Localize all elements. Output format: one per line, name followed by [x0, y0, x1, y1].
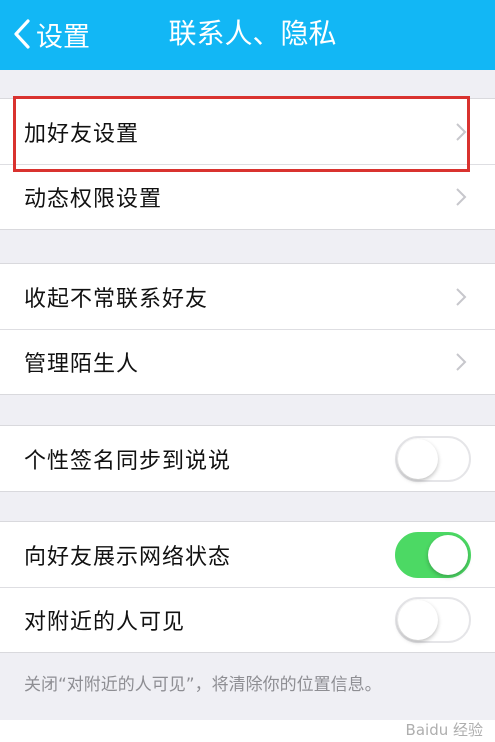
- navigation-bar: 设置 联系人、隐私: [0, 0, 495, 70]
- settings-row-manage-strangers[interactable]: 管理陌生人: [0, 329, 495, 394]
- settings-row-collapse-inactive-friends[interactable]: 收起不常联系好友: [0, 264, 495, 329]
- settings-group-contacts: 收起不常联系好友 管理陌生人: [0, 263, 495, 395]
- row-label: 加好友设置: [24, 121, 140, 147]
- toggle-knob: [398, 438, 438, 479]
- settings-row-visible-to-nearby: 对附近的人可见: [0, 587, 495, 652]
- chevron-right-icon: [456, 187, 467, 206]
- page-title: 联系人、隐私: [168, 17, 337, 50]
- settings-group-friends: 加好友设置 动态权限设置: [0, 98, 495, 230]
- toggle-knob: [398, 599, 438, 640]
- chevron-right-icon: [456, 352, 467, 371]
- visible-to-nearby-toggle[interactable]: [395, 596, 471, 643]
- sync-signature-toggle[interactable]: [395, 435, 471, 482]
- row-label: 管理陌生人: [24, 351, 140, 377]
- settings-row-show-network-status: 向好友展示网络状态: [0, 522, 495, 587]
- settings-group-signature: 个性签名同步到说说: [0, 425, 495, 492]
- watermark: Baidu 经验: [405, 721, 483, 739]
- row-label: 个性签名同步到说说: [24, 448, 232, 474]
- visibility-footnote: 关闭“对附近的人可见”，将清除你的位置信息。: [24, 675, 382, 695]
- row-label: 动态权限设置: [24, 186, 163, 212]
- chevron-right-icon: [456, 287, 467, 306]
- settings-row-sync-signature: 个性签名同步到说说: [0, 426, 495, 491]
- show-network-status-toggle[interactable]: [395, 531, 471, 578]
- settings-group-visibility: 向好友展示网络状态 对附近的人可见: [0, 521, 495, 653]
- row-label: 向好友展示网络状态: [24, 544, 232, 570]
- toggle-knob: [428, 534, 468, 575]
- settings-row-add-friend[interactable]: 加好友设置: [0, 99, 495, 164]
- chevron-right-icon: [456, 122, 467, 141]
- settings-row-moments-permissions[interactable]: 动态权限设置: [0, 164, 495, 229]
- row-label: 对附近的人可见: [24, 609, 186, 635]
- row-label: 收起不常联系好友: [24, 286, 209, 312]
